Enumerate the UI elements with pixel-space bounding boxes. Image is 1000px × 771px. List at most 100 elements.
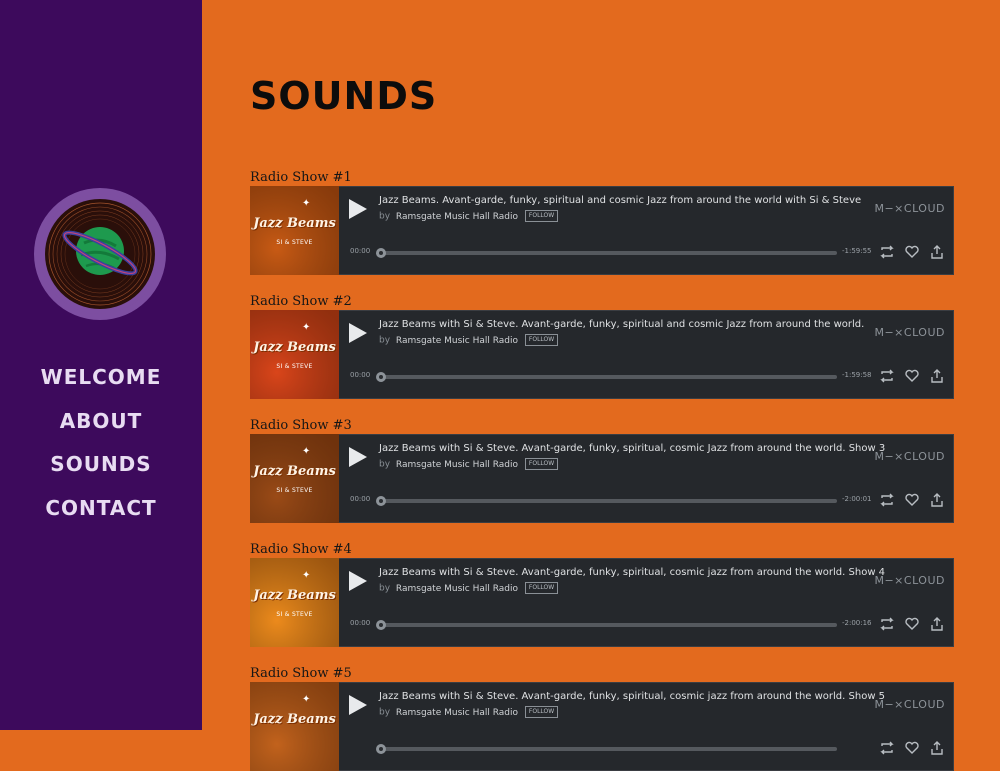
by-label: by — [379, 335, 391, 346]
player-body: Jazz Beams. Avant-garde, funky, spiritua… — [339, 187, 953, 274]
cover-art[interactable]: ✦ Jazz Beams SI & STEVE — [250, 558, 339, 647]
follow-button[interactable]: FOLLOW — [524, 334, 559, 346]
play-icon[interactable] — [347, 321, 369, 345]
cover-art-title: Jazz Beams — [253, 340, 336, 355]
player-body: Jazz Beams with Si & Steve. Avant-garde,… — [339, 435, 953, 522]
cover-art-title: Jazz Beams — [253, 712, 336, 727]
uploader-link[interactable]: Ramsgate Music Hall Radio — [396, 336, 518, 346]
mixcloud-logo[interactable]: M−×CLOUD — [874, 574, 945, 587]
main-nav: WELCOME ABOUT SOUNDS CONTACT — [0, 362, 202, 536]
follow-button[interactable]: FOLLOW — [524, 582, 559, 594]
cover-art[interactable]: ✦ Jazz Beams — [250, 682, 339, 771]
heart-icon[interactable] — [904, 368, 920, 384]
time-remaining: -1:59:55 — [842, 247, 872, 255]
progress-bar[interactable] — [376, 620, 837, 630]
heart-icon[interactable] — [904, 244, 920, 260]
cover-art[interactable]: ✦ Jazz Beams SI & STEVE — [250, 310, 339, 399]
cover-art-title: Jazz Beams — [253, 464, 336, 479]
uploader-link[interactable]: Ramsgate Music Hall Radio — [396, 212, 518, 222]
nav-about[interactable]: ABOUT — [0, 406, 202, 450]
repost-icon[interactable] — [879, 368, 895, 384]
star-icon: ✦ — [302, 570, 311, 581]
radio-show-4: Radio Show #4 ✦ Jazz Beams SI & STEVE Ja… — [250, 541, 954, 647]
progress-handle[interactable] — [376, 248, 386, 258]
byline: by Ramsgate Music Hall Radio FOLLOW — [379, 458, 559, 470]
track-title[interactable]: Jazz Beams with Si & Steve. Avant-garde,… — [379, 567, 885, 578]
progress-handle[interactable] — [376, 496, 386, 506]
planet-logo-graphic — [40, 194, 160, 314]
time-remaining: -2:00:01 — [842, 495, 872, 503]
heart-icon[interactable] — [904, 616, 920, 632]
play-icon[interactable] — [347, 445, 369, 469]
planet-logo[interactable] — [34, 188, 166, 320]
progress-handle[interactable] — [376, 372, 386, 382]
nav-contact[interactable]: CONTACT — [0, 493, 202, 537]
sidebar: WELCOME ABOUT SOUNDS CONTACT — [0, 0, 202, 730]
repost-icon[interactable] — [879, 492, 895, 508]
nav-welcome[interactable]: WELCOME — [0, 362, 202, 406]
progress-bar[interactable] — [376, 744, 837, 754]
show-label: Radio Show #1 — [250, 170, 352, 185]
cover-art-title: Jazz Beams — [253, 216, 336, 231]
player-body: Jazz Beams with Si & Steve. Avant-garde,… — [339, 683, 953, 770]
heart-icon[interactable] — [904, 492, 920, 508]
share-icon[interactable] — [929, 616, 945, 632]
byline: by Ramsgate Music Hall Radio FOLLOW — [379, 706, 559, 718]
cover-art[interactable]: ✦ Jazz Beams SI & STEVE — [250, 434, 339, 523]
mixcloud-logo[interactable]: M−×CLOUD — [874, 698, 945, 711]
byline: by Ramsgate Music Hall Radio FOLLOW — [379, 582, 559, 594]
progress-bar[interactable] — [376, 496, 837, 506]
share-icon[interactable] — [929, 492, 945, 508]
progress-bar[interactable] — [376, 248, 837, 258]
mixcloud-player: ✦ Jazz Beams SI & STEVE Jazz Beams with … — [250, 310, 954, 399]
progress-handle[interactable] — [376, 744, 386, 754]
follow-button[interactable]: FOLLOW — [524, 458, 559, 470]
play-icon[interactable] — [347, 197, 369, 221]
follow-button[interactable]: FOLLOW — [524, 706, 559, 718]
share-icon[interactable] — [929, 368, 945, 384]
cover-art-subtitle: SI & STEVE — [276, 363, 313, 370]
repost-icon[interactable] — [879, 740, 895, 756]
nav-sounds[interactable]: SOUNDS — [0, 449, 202, 493]
play-icon[interactable] — [347, 693, 369, 717]
show-label: Radio Show #5 — [250, 666, 352, 681]
progress-bar[interactable] — [376, 372, 837, 382]
mixcloud-player: ✦ Jazz Beams SI & STEVE Jazz Beams with … — [250, 434, 954, 523]
cover-art[interactable]: ✦ Jazz Beams SI & STEVE — [250, 186, 339, 275]
track-title[interactable]: Jazz Beams with Si & Steve. Avant-garde,… — [379, 319, 864, 330]
radio-show-5: Radio Show #5 ✦ Jazz Beams Jazz Beams wi… — [250, 665, 954, 771]
radio-show-1: Radio Show #1 ✦ Jazz Beams SI & STEVE Ja… — [250, 169, 954, 275]
show-label: Radio Show #2 — [250, 294, 352, 309]
mixcloud-player: ✦ Jazz Beams SI & STEVE Jazz Beams with … — [250, 558, 954, 647]
repost-icon[interactable] — [879, 244, 895, 260]
radio-show-2: Radio Show #2 ✦ Jazz Beams SI & STEVE Ja… — [250, 293, 954, 399]
follow-button[interactable]: FOLLOW — [524, 210, 559, 222]
uploader-link[interactable]: Ramsgate Music Hall Radio — [396, 708, 518, 718]
cover-art-subtitle: SI & STEVE — [276, 611, 313, 618]
mixcloud-logo[interactable]: M−×CLOUD — [874, 450, 945, 463]
track-title[interactable]: Jazz Beams with Si & Steve. Avant-garde,… — [379, 691, 885, 702]
by-label: by — [379, 211, 391, 222]
mixcloud-logo[interactable]: M−×CLOUD — [874, 202, 945, 215]
main-content: SOUNDS Radio Show #1 ✦ Jazz Beams SI & S… — [202, 0, 1000, 771]
star-icon: ✦ — [302, 322, 311, 333]
byline: by Ramsgate Music Hall Radio FOLLOW — [379, 334, 559, 346]
heart-icon[interactable] — [904, 740, 920, 756]
time-remaining: -2:00:16 — [842, 619, 872, 627]
progress-handle[interactable] — [376, 620, 386, 630]
uploader-link[interactable]: Ramsgate Music Hall Radio — [396, 460, 518, 470]
time-elapsed: 00:00 — [350, 371, 371, 379]
player-body: Jazz Beams with Si & Steve. Avant-garde,… — [339, 311, 953, 398]
time-remaining: -1:59:58 — [842, 371, 872, 379]
by-label: by — [379, 459, 391, 470]
mixcloud-logo[interactable]: M−×CLOUD — [874, 326, 945, 339]
show-label: Radio Show #3 — [250, 418, 352, 433]
share-icon[interactable] — [929, 740, 945, 756]
track-title[interactable]: Jazz Beams. Avant-garde, funky, spiritua… — [379, 195, 861, 206]
mixcloud-player: ✦ Jazz Beams SI & STEVE Jazz Beams. Avan… — [250, 186, 954, 275]
repost-icon[interactable] — [879, 616, 895, 632]
play-icon[interactable] — [347, 569, 369, 593]
share-icon[interactable] — [929, 244, 945, 260]
track-title[interactable]: Jazz Beams with Si & Steve. Avant-garde,… — [379, 443, 885, 454]
uploader-link[interactable]: Ramsgate Music Hall Radio — [396, 584, 518, 594]
